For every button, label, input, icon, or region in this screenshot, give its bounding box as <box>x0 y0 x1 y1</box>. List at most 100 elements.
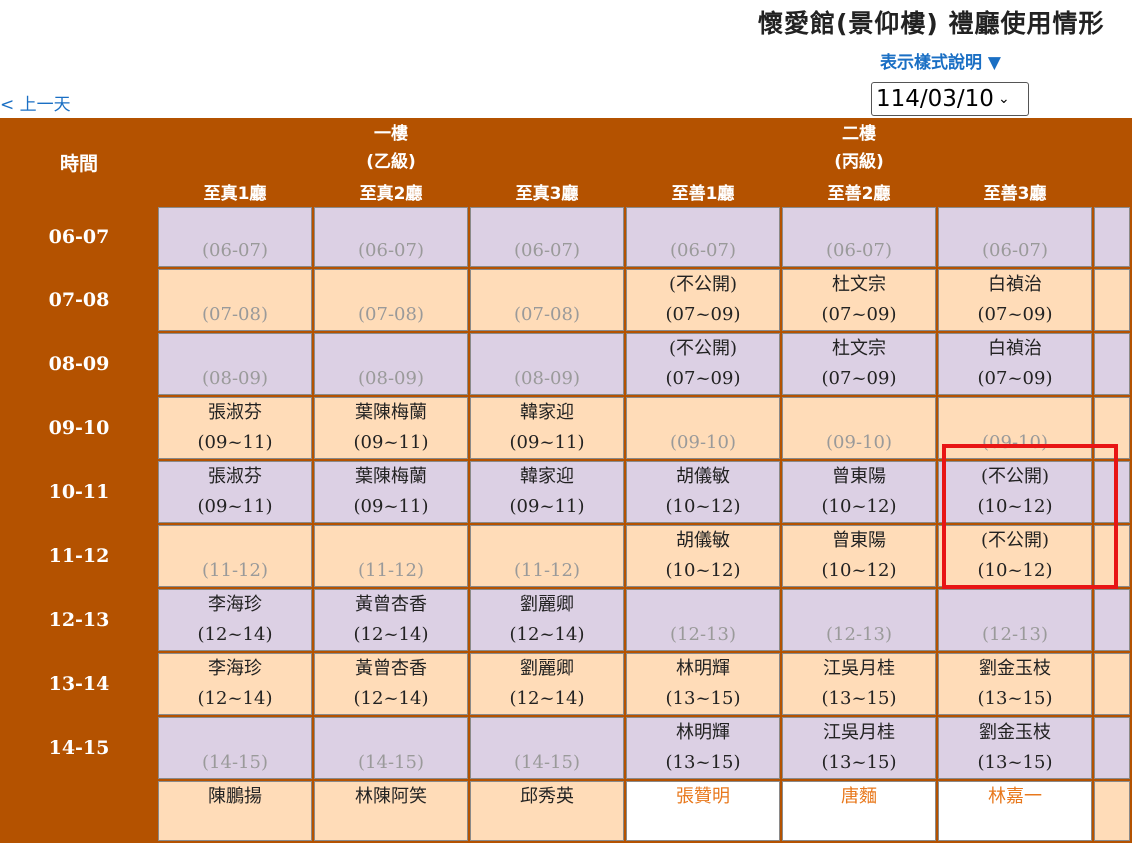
time-slot-label: 08-09 <box>2 333 156 395</box>
booking-name: 葉陳梅蘭 <box>355 466 427 487</box>
room-slot-cell[interactable]: (14-15) <box>470 717 624 779</box>
room-header: 至善2廳 <box>782 178 936 205</box>
booking-name: 劉麗卿 <box>520 594 574 615</box>
room-slot-cell[interactable]: (12-13) <box>626 589 780 651</box>
booking-name: 李海珍 <box>208 658 262 679</box>
room-slot-cell[interactable]: 張淑芬 (09~11) <box>158 397 312 459</box>
room-slot-cell[interactable]: 江吳月桂 (13~15) <box>782 717 936 779</box>
room-slot-cell[interactable]: 劉金玉枝 (13~15) <box>938 653 1092 715</box>
room-slot-cell[interactable]: (06-07) <box>782 207 936 267</box>
room-slot-cell[interactable]: (14-15) <box>314 717 468 779</box>
room-slot-cell[interactable]: (11-12) <box>158 525 312 587</box>
room-slot-cell[interactable]: 張淑芬 (09~11) <box>158 461 312 523</box>
room-slot-cell[interactable]: (06-07) <box>314 207 468 267</box>
booking-name: 李海珍 <box>208 594 262 615</box>
room-slot-cell[interactable]: (09-10) <box>782 397 936 459</box>
room-slot-cell[interactable]: (07-08) <box>314 269 468 331</box>
room-usage-table: 時間 一樓 (乙級) 二樓 (丙級) 至真1廳 至真2廳 至真3廳 至善1廳 至善2廳 至善3廳 06… <box>0 118 1132 843</box>
booking-name: 張贊明 <box>676 786 730 807</box>
room-header: 至善1廳 <box>626 178 780 205</box>
room-slot-cell[interactable]: 陳鵬揚 <box>158 781 312 841</box>
room-slot-cell[interactable]: 劉麗卿 (12~14) <box>470 653 624 715</box>
time-slot-label: 06-07 <box>2 207 156 267</box>
table-row: 陳鵬揚 林陳阿笑 邱秀英 張贊明 唐麵 林嘉一 <box>2 781 1130 841</box>
room-slot-cell[interactable]: (09-10) <box>626 397 780 459</box>
room-slot-cell[interactable]: 胡儀敏 (10~12) <box>626 525 780 587</box>
room-slot-cell[interactable]: 李海珍 (12~14) <box>158 653 312 715</box>
room-slot-cell[interactable]: 韓家迎 (09~11) <box>470 461 624 523</box>
room-slot-cell[interactable]: (09-10) <box>938 397 1092 459</box>
booking-name: 白禎治 <box>988 338 1042 359</box>
room-slot-cell[interactable]: (06-07) <box>938 207 1092 267</box>
room-slot-cell[interactable]: (不公開) (10~12) <box>938 461 1092 523</box>
room-slot-cell[interactable]: (06-07) <box>158 207 312 267</box>
date-select[interactable]: 114/03/10 ⌄ <box>871 82 1029 116</box>
booking-name: 胡儀敏 <box>676 530 730 551</box>
room-slot-cell[interactable]: 白禎治 (07~09) <box>938 269 1092 331</box>
room-slot-cell[interactable]: 黃曾杏香 (12~14) <box>314 589 468 651</box>
time-slot-label: 09-10 <box>2 397 156 459</box>
room-slot-cell[interactable]: (07-08) <box>470 269 624 331</box>
room-header: 至真3廳 <box>470 178 624 205</box>
booking-time-range: (13~15) <box>665 688 741 709</box>
room-slot-cell[interactable]: 劉金玉枝 (13~15) <box>938 717 1092 779</box>
room-slot-cell[interactable]: 胡儀敏 (10~12) <box>626 461 780 523</box>
page-title: 懷愛館(景仰樓) 禮廳使用情形 <box>758 9 1105 38</box>
room-slot-cell[interactable]: (06-07) <box>626 207 780 267</box>
time-slot-label: 07-08 <box>2 269 156 331</box>
room-slot-cell[interactable]: (08-09) <box>470 333 624 395</box>
room-slot-cell[interactable]: (11-12) <box>314 525 468 587</box>
booking-time-range: (07~09) <box>665 304 741 325</box>
legend-toggle-link[interactable]: 表示樣式說明 ▼ <box>880 48 1001 73</box>
chevron-down-icon: ⌄ <box>997 91 1010 107</box>
booking-name: 韓家迎 <box>520 466 574 487</box>
room-slot-cell[interactable]: 林明輝 (13~15) <box>626 717 780 779</box>
room-slot-cell[interactable]: 韓家迎 (09~11) <box>470 397 624 459</box>
room-slot-cell[interactable]: (07-08) <box>158 269 312 331</box>
room-slot-cell[interactable]: (不公開) (07~09) <box>626 333 780 395</box>
booking-name: 江吳月桂 <box>823 722 895 743</box>
partial-column <box>1094 178 1130 205</box>
floor-header: 二樓 (丙級) <box>626 120 1092 176</box>
room-slot-cell[interactable]: (11-12) <box>470 525 624 587</box>
prev-day-link[interactable]: < 上一天 <box>0 90 71 115</box>
room-slot-cell[interactable]: 張贊明 <box>626 781 780 841</box>
time-slot-label: 12-13 <box>2 589 156 651</box>
room-slot-cell[interactable]: 林嘉一 <box>938 781 1092 841</box>
room-slot-cell[interactable]: 林明輝 (13~15) <box>626 653 780 715</box>
time-slot-label: 10-11 <box>2 461 156 523</box>
room-slot-cell[interactable]: 劉麗卿 (12~14) <box>470 589 624 651</box>
room-slot-cell[interactable]: 唐麵 <box>782 781 936 841</box>
room-slot-cell[interactable]: 曾東陽 (10~12) <box>782 525 936 587</box>
room-slot-cell[interactable]: (12-13) <box>782 589 936 651</box>
booking-name: 白禎治 <box>988 274 1042 295</box>
room-slot-cell[interactable]: 林陳阿笑 <box>314 781 468 841</box>
booking-name: 杜文宗 <box>832 274 886 295</box>
room-slot-cell[interactable]: (08-09) <box>314 333 468 395</box>
booking-time-range: (14-15) <box>358 752 424 773</box>
room-slot-cell[interactable]: 杜文宗 (07~09) <box>782 333 936 395</box>
room-slot-cell[interactable]: (不公開) (10~12) <box>938 525 1092 587</box>
partial-column-cell <box>1094 525 1130 587</box>
room-slot-cell[interactable]: 邱秀英 <box>470 781 624 841</box>
room-slot-cell[interactable]: (06-07) <box>470 207 624 267</box>
room-header: 至善3廳 <box>938 178 1092 205</box>
booking-time-range: (11-12) <box>514 560 580 581</box>
room-slot-cell[interactable]: 葉陳梅蘭 (09~11) <box>314 397 468 459</box>
room-slot-cell[interactable]: (不公開) (07~09) <box>626 269 780 331</box>
room-slot-cell[interactable]: (12-13) <box>938 589 1092 651</box>
table-row: 06-07 (06-07) (06-07) (06-07) (06-07) (06-07)… <box>2 207 1130 267</box>
room-slot-cell[interactable]: 白禎治 (07~09) <box>938 333 1092 395</box>
table-row: 12-13 李海珍 (12~14) 黃曾杏香 (12~14) 劉麗卿 (12~14) (12-… <box>2 589 1130 651</box>
room-slot-cell[interactable]: (14-15) <box>158 717 312 779</box>
room-slot-cell[interactable]: 葉陳梅蘭 (09~11) <box>314 461 468 523</box>
booking-name: 林明輝 <box>676 658 730 679</box>
room-slot-cell[interactable]: 江吳月桂 (13~15) <box>782 653 936 715</box>
room-slot-cell[interactable]: 黃曾杏香 (12~14) <box>314 653 468 715</box>
room-slot-cell[interactable]: 杜文宗 (07~09) <box>782 269 936 331</box>
room-slot-cell[interactable]: (08-09) <box>158 333 312 395</box>
booking-time-range: (12~14) <box>509 688 585 709</box>
room-slot-cell[interactable]: 李海珍 (12~14) <box>158 589 312 651</box>
booking-name: 胡儀敏 <box>676 466 730 487</box>
room-slot-cell[interactable]: 曾東陽 (10~12) <box>782 461 936 523</box>
